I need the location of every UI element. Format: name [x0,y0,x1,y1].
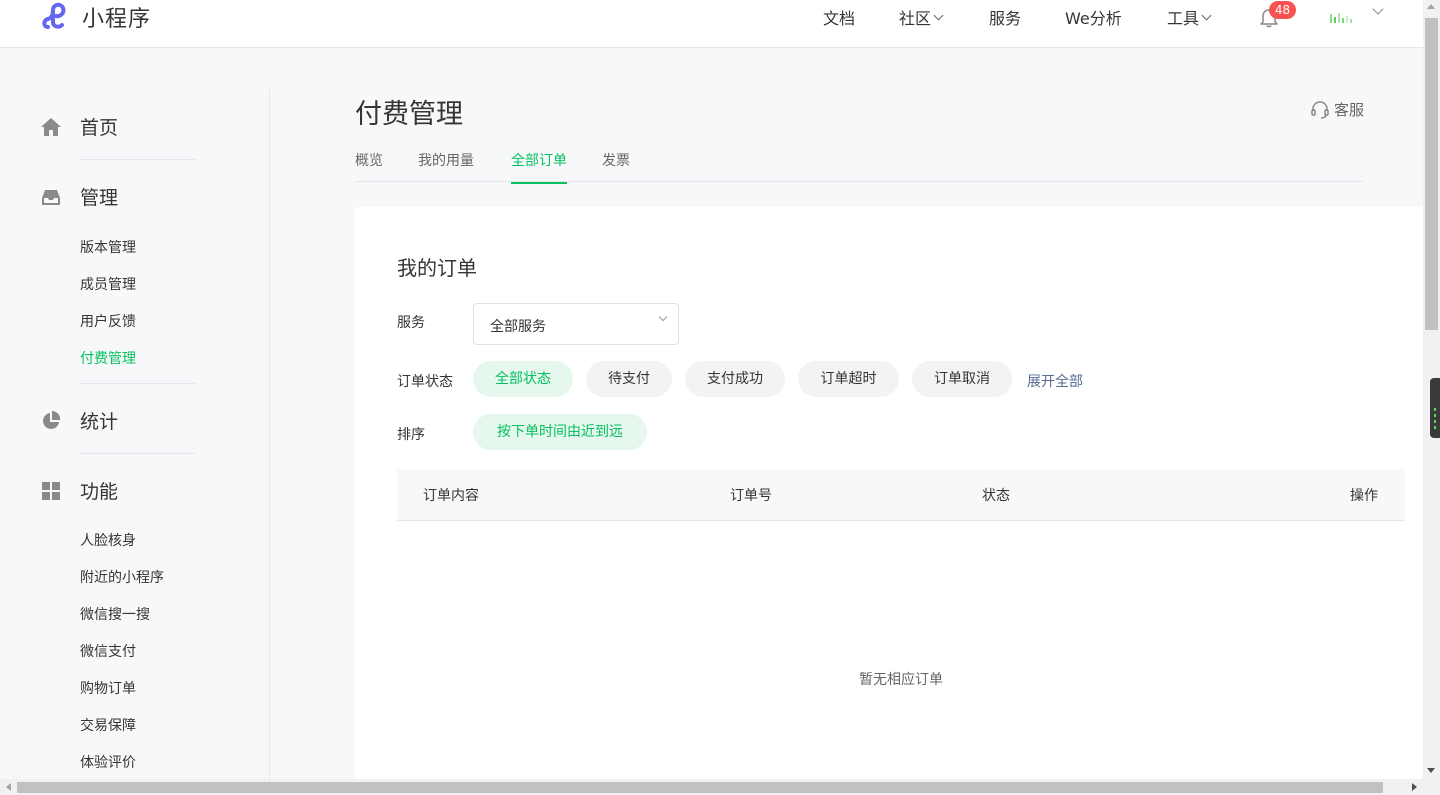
scroll-up-arrow-icon[interactable] [1427,4,1435,9]
chevron-down-icon [933,10,944,20]
expand-all-link[interactable]: 展开全部 [1027,371,1083,391]
service-select-value: 全部服务 [490,319,546,335]
empty-state-text: 暂无相应订单 [859,672,943,688]
nav-docs[interactable]: 文档 [823,6,855,28]
nav-services[interactable]: 服务 [989,6,1021,28]
vertical-scrollbar-thumb[interactable] [1425,18,1438,330]
sidebar-group-label: 管理 [80,187,119,209]
sidebar-item-version[interactable]: 版本管理 [80,237,136,257]
account-chevron-down-icon[interactable] [1372,3,1384,15]
column-header-order-no: 订单号 [730,488,772,504]
sidebar-group-features[interactable]: 功能 [40,477,118,504]
sidebar-item-members[interactable]: 成员管理 [80,274,136,294]
nav-we-analysis-label: We分析 [1065,9,1122,28]
tab-bar: 概览 我的用量 全部订单 发票 [355,146,1363,184]
scroll-right-arrow-icon[interactable] [1412,783,1417,791]
chevron-down-icon [1201,10,1212,20]
floating-side-widget[interactable] [1430,378,1440,438]
nav-services-label: 服务 [989,9,1022,28]
sidebar-item-experience-rating[interactable]: 体验评价 [80,752,136,772]
orders-table-header: 订单内容 订单号 状态 操作 [397,469,1405,521]
sidebar-group-label: 首页 [80,117,119,139]
sidebar-item-payment[interactable]: 付费管理 [80,348,136,368]
sidebar-item-nearby[interactable]: 附近的小程序 [80,567,164,587]
home-icon [40,116,62,138]
logo[interactable]: 小程序 [40,0,151,34]
scroll-down-arrow-icon[interactable] [1427,768,1435,773]
status-pill-pending[interactable]: 待支付 [586,361,672,397]
chevron-down-icon [658,312,668,322]
sidebar-item-feedback[interactable]: 用户反馈 [80,311,136,331]
status-pill-paid[interactable]: 支付成功 [685,361,785,397]
pie-chart-icon [40,410,62,432]
orders-card: 我的订单 服务 全部服务 订单状态 全部状态 待支付 支付成功 订单超时 订单取… [355,207,1423,787]
status-pill-timeout[interactable]: 订单超时 [798,361,899,397]
nav-we-analysis[interactable]: We分析 [1065,6,1122,28]
status-filter-label: 订单状态 [397,374,453,390]
customer-service-link[interactable]: 客服 [1310,99,1364,120]
top-header: 小程序 文档 社区 服务 We分析 工具 48 [0,0,1423,48]
nav-tools-label: 工具 [1167,9,1200,28]
nav-tools[interactable]: 工具 [1167,6,1212,28]
status-pill-cancelled[interactable]: 订单取消 [912,361,1012,397]
app-name: 小程序 [82,7,152,32]
sidebar-item-shopping-orders[interactable]: 购物订单 [80,678,136,698]
tab-overview[interactable]: 概览 [355,150,383,182]
card-title: 我的订单 [397,256,477,280]
horizontal-scrollbar-thumb[interactable] [17,782,1383,793]
avatar[interactable] [1328,10,1354,24]
column-header-status: 状态 [982,488,1010,504]
nav-community[interactable]: 社区 [899,6,944,28]
tab-usage[interactable]: 我的用量 [418,150,474,182]
sidebar: 首页 管理 版本管理 成员管理 用户反馈 付费管理 统计 功能 人脸核身 附近的… [0,90,270,780]
sidebar-group-statistics[interactable]: 统计 [40,407,118,434]
sidebar-group-label: 统计 [80,411,119,433]
sidebar-group-label: 功能 [80,481,119,503]
grid-icon [40,480,62,502]
nav-community-label: 社区 [899,9,932,28]
sidebar-group-manage[interactable]: 管理 [40,183,118,210]
mini-program-logo-icon [42,2,66,29]
nav-docs-label: 文档 [823,9,856,28]
column-header-actions: 操作 [1350,488,1378,504]
headset-icon [1311,100,1329,119]
column-header-content: 订单内容 [423,488,479,504]
sidebar-item-face-verify[interactable]: 人脸核身 [80,530,136,550]
sidebar-item-wechat-pay[interactable]: 微信支付 [80,641,136,661]
page-title: 付费管理 [355,99,463,130]
scroll-left-arrow-icon[interactable] [6,783,11,791]
divider [80,383,195,384]
tab-all-orders[interactable]: 全部订单 [511,150,567,184]
tab-invoice[interactable]: 发票 [602,150,630,182]
service-filter-label: 服务 [397,315,425,331]
sort-label: 排序 [397,427,425,443]
sidebar-item-trade-guarantee[interactable]: 交易保障 [80,715,136,735]
sort-pill[interactable]: 按下单时间由近到远 [473,414,647,450]
divider [80,453,195,454]
status-pill-all[interactable]: 全部状态 [473,361,573,397]
customer-service-label: 客服 [1334,101,1365,119]
divider [80,159,195,160]
inbox-icon [40,186,62,208]
sidebar-group-home[interactable]: 首页 [40,113,118,140]
service-select[interactable]: 全部服务 [473,303,679,345]
notification-badge: 48 [1269,1,1296,19]
sidebar-item-search[interactable]: 微信搜一搜 [80,604,150,624]
